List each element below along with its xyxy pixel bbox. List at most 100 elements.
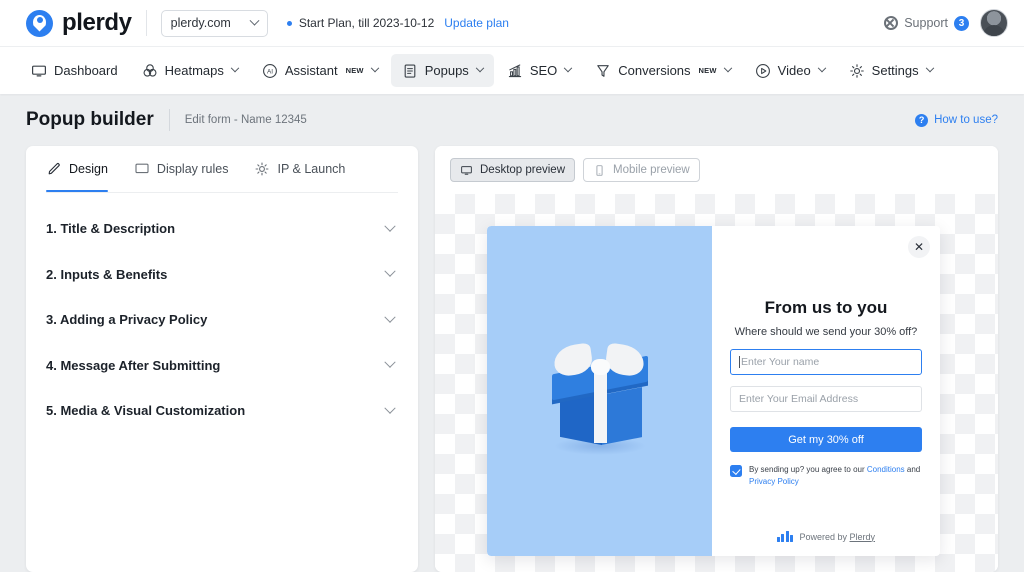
editor-sections: 1. Title & Description 2. Inputs & Benef…: [46, 193, 398, 434]
nav-label: Dashboard: [54, 63, 118, 78]
powered-brand[interactable]: Plerdy: [850, 532, 876, 542]
mobile-preview-toggle[interactable]: Mobile preview: [583, 158, 700, 182]
lifebuoy-icon: [884, 16, 898, 30]
tab-ip-launch[interactable]: IP & Launch: [254, 146, 345, 192]
gear-icon: [254, 161, 270, 177]
nav-item-assistant[interactable]: AI Assistant NEW: [251, 54, 389, 87]
question-mark-icon: ?: [915, 114, 928, 127]
accordion-title: 1. Title & Description: [46, 221, 175, 236]
svg-text:AI: AI: [267, 68, 273, 75]
consent-middle: and: [905, 465, 921, 474]
ai-icon: AI: [262, 63, 278, 79]
chevron-down-icon: [249, 15, 259, 25]
privacy-policy-link[interactable]: Privacy Policy: [749, 477, 799, 486]
tab-label: Display rules: [157, 162, 229, 176]
venn-icon: [142, 63, 158, 79]
consent-checkbox[interactable]: [730, 465, 742, 477]
brand-logo[interactable]: plerdy: [26, 9, 132, 37]
nav-label: Video: [778, 63, 811, 78]
update-plan-link[interactable]: Update plan: [444, 16, 509, 30]
chevron-down-icon: [564, 63, 572, 71]
chevron-down-icon: [925, 63, 933, 71]
support-button[interactable]: Support 3: [884, 16, 969, 31]
nav-item-heatmaps[interactable]: Heatmaps: [131, 54, 249, 87]
accordion-section-5[interactable]: 5. Media & Visual Customization: [46, 388, 398, 434]
powered-by-text: Powered by Plerdy: [799, 532, 875, 542]
tab-label: IP & Launch: [277, 162, 345, 176]
pencil-icon: [46, 161, 62, 177]
nav-item-settings[interactable]: Settings: [838, 54, 944, 87]
nav-item-popups[interactable]: Popups: [391, 54, 494, 87]
preview-panel: Desktop preview Mobile preview: [435, 146, 998, 572]
chevron-down-icon: [476, 63, 484, 71]
accordion-title: 2. Inputs & Benefits: [46, 267, 167, 282]
conditions-link[interactable]: Conditions: [867, 465, 905, 474]
document-icon: [402, 63, 418, 79]
nav-label: Popups: [425, 63, 469, 78]
accordion-title: 3. Adding a Privacy Policy: [46, 312, 207, 327]
powered-by-row: Powered by Plerdy: [730, 531, 922, 542]
status-dot-icon: [287, 21, 292, 26]
accordion-section-2[interactable]: 2. Inputs & Benefits: [46, 252, 398, 298]
top-bar-right: Support 3: [884, 9, 1008, 37]
main-nav: Dashboard Heatmaps AI Assistant NEW Popu…: [0, 46, 1024, 94]
desktop-preview-label: Desktop preview: [480, 164, 565, 176]
nav-item-video[interactable]: Video: [744, 54, 836, 87]
accordion-title: 4. Message After Submitting: [46, 358, 220, 373]
page-header-divider: [169, 109, 170, 131]
nav-label: SEO: [530, 63, 557, 78]
consent-prefix: By sending up? you agree to our: [749, 465, 867, 474]
domain-selector[interactable]: plerdy.com: [161, 10, 268, 37]
page-header: Popup builder Edit form - Name 12345 ? H…: [0, 94, 1024, 146]
header-divider: [146, 10, 147, 36]
tab-design[interactable]: Design: [46, 146, 108, 192]
domain-selector-value: plerdy.com: [171, 16, 231, 30]
popup-name-input[interactable]: Enter Your name: [730, 349, 922, 375]
accordion-section-1[interactable]: 1. Title & Description: [46, 206, 398, 252]
plan-status: Start Plan, till 2023-10-12 Update plan: [287, 16, 509, 30]
nav-new-badge: NEW: [346, 66, 364, 75]
gear-icon: [849, 63, 865, 79]
nav-item-dashboard[interactable]: Dashboard: [20, 54, 129, 87]
bar-chart-icon: [507, 63, 523, 79]
monitor-icon: [31, 63, 47, 79]
desktop-preview-toggle[interactable]: Desktop preview: [450, 158, 575, 182]
accordion-title: 5. Media & Visual Customization: [46, 403, 245, 418]
popup-subtitle: Where should we send your 30% off?: [730, 326, 922, 338]
plan-status-text: Start Plan, till 2023-10-12: [299, 16, 434, 30]
popup-name-placeholder: Enter Your name: [741, 356, 819, 368]
popup-image-area[interactable]: [487, 226, 712, 556]
nav-item-seo[interactable]: SEO: [496, 54, 582, 87]
chevron-down-icon: [384, 220, 395, 231]
gift-box-icon: [548, 339, 652, 443]
preview-toolbar: Desktop preview Mobile preview: [435, 146, 998, 194]
chevron-down-icon: [384, 266, 395, 277]
plerdy-logo-icon: [26, 10, 53, 37]
accordion-section-3[interactable]: 3. Adding a Privacy Policy: [46, 297, 398, 343]
support-badge: 3: [954, 16, 969, 31]
popup-email-placeholder: Enter Your Email Address: [739, 393, 858, 405]
play-circle-icon: [755, 63, 771, 79]
popup-consent-row: By sending up? you agree to our Conditio…: [730, 464, 922, 488]
nav-item-conversions[interactable]: Conversions NEW: [584, 54, 741, 87]
popup-submit-button[interactable]: Get my 30% off: [730, 427, 922, 452]
nav-label: Settings: [872, 63, 919, 78]
screen-icon: [134, 161, 150, 177]
top-bar: plerdy plerdy.com Start Plan, till 2023-…: [0, 0, 1024, 46]
chevron-down-icon: [370, 63, 378, 71]
close-icon[interactable]: ✕: [908, 236, 930, 258]
accordion-section-4[interactable]: 4. Message After Submitting: [46, 343, 398, 389]
tab-display-rules[interactable]: Display rules: [134, 146, 229, 192]
popup-email-input[interactable]: Enter Your Email Address: [730, 386, 922, 412]
avatar[interactable]: [980, 9, 1008, 37]
chevron-down-icon: [384, 311, 395, 322]
nav-label: Assistant: [285, 63, 338, 78]
nav-label: Conversions: [618, 63, 690, 78]
support-label: Support: [904, 16, 948, 30]
tab-label: Design: [69, 162, 108, 176]
how-to-use-link[interactable]: ? How to use?: [915, 114, 998, 127]
popup-preview: ✕ From us to you Where should we send yo…: [487, 226, 940, 556]
chevron-down-icon: [231, 63, 239, 71]
chevron-down-icon: [723, 63, 731, 71]
desktop-icon: [460, 164, 473, 177]
